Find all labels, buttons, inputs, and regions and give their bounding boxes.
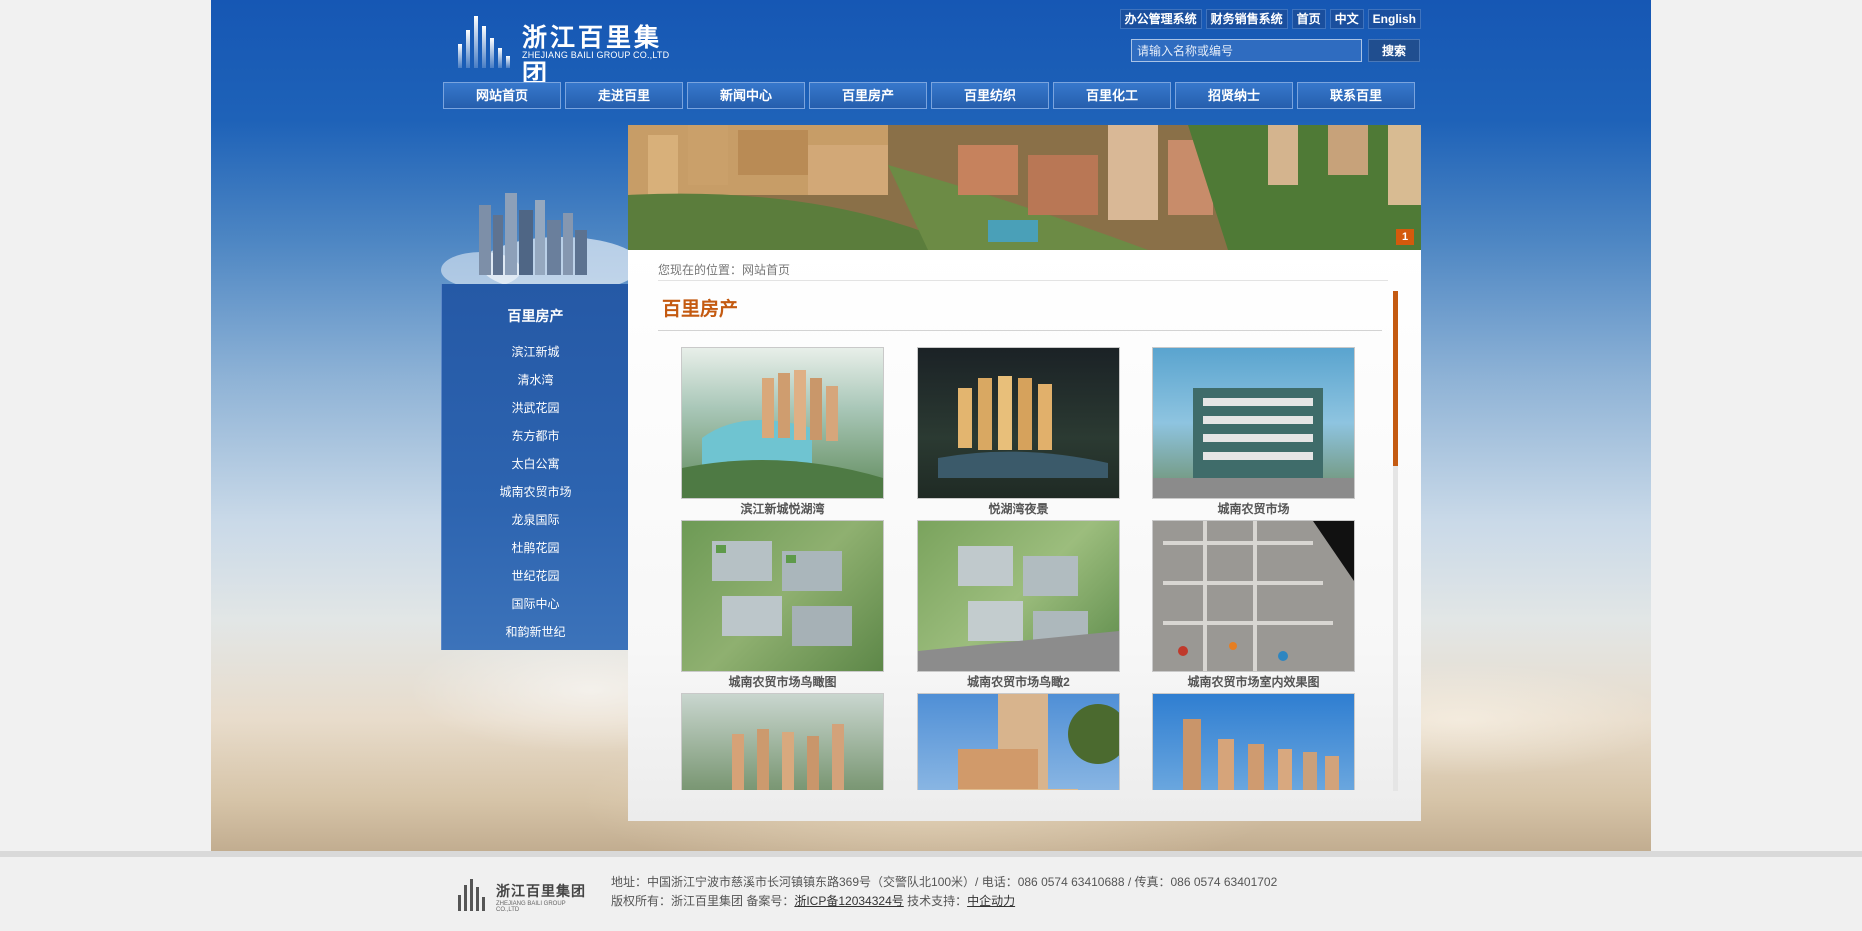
sidebar-item[interactable]: 龙泉国际: [442, 506, 629, 534]
footer-copyright: 版权所有：浙江百里集团 备案号：浙ICP备12034324号 技术支持：中企动力: [611, 892, 1015, 909]
home-link[interactable]: 首页: [1291, 9, 1326, 29]
nav-about[interactable]: 走进百里: [565, 82, 683, 109]
main-nav: 网站首页 走进百里 新闻中心 百里房产 百里纺织 百里化工 招贤纳士 联系百里: [443, 82, 1415, 109]
company-logo[interactable]: 浙江百里集团 ZHEJIANG BAILI GROUP CO.,LTD: [456, 10, 676, 88]
english-link[interactable]: English: [1367, 9, 1421, 29]
nav-home[interactable]: 网站首页: [443, 82, 561, 109]
logo-bars-icon: [456, 10, 516, 68]
gallery-thumbnail[interactable]: [917, 347, 1120, 499]
title-divider: [658, 330, 1382, 331]
nav-careers[interactable]: 招贤纳士: [1175, 82, 1293, 109]
gallery-item[interactable]: [681, 693, 884, 790]
sidebar-item[interactable]: 国际中心: [442, 590, 629, 618]
sidebar-title: 百里房产: [507, 308, 564, 324]
footer-logo-bars-icon: [458, 879, 485, 911]
gallery-caption[interactable]: 城南农贸市场室内效果图: [1152, 672, 1355, 692]
nav-textile[interactable]: 百里纺织: [931, 82, 1049, 109]
gallery-thumbnail[interactable]: [917, 520, 1120, 672]
sidebar-item[interactable]: 清水湾: [442, 366, 629, 394]
nav-contact[interactable]: 联系百里: [1297, 82, 1415, 109]
gallery-thumbnail[interactable]: [1152, 347, 1355, 499]
gallery-caption[interactable]: 城南农贸市场鸟瞰图: [681, 672, 884, 692]
gallery-thumbnail[interactable]: [681, 520, 884, 672]
scrollbar[interactable]: [1393, 291, 1398, 791]
copyright-text: 版权所有：浙江百里集团 备案号：: [611, 894, 795, 908]
chinese-link[interactable]: 中文: [1329, 9, 1364, 29]
sidebar-item[interactable]: 和韵新世纪: [442, 618, 629, 646]
gallery-grid: 滨江新城悦湖湾 悦湖湾夜景 城南农贸市场 城南农贸市场鸟瞰图 城南农贸市场鸟瞰2…: [681, 347, 1361, 790]
top-links: 办公管理系统 财务销售系统 首页 中文 English: [1119, 9, 1421, 29]
gallery-item[interactable]: 悦湖湾夜景: [917, 347, 1120, 519]
tech-support-link[interactable]: 中企动力: [967, 894, 1015, 908]
sidebar-item[interactable]: 城南农贸市场: [442, 478, 629, 506]
banner-slideshow[interactable]: 1: [628, 125, 1421, 250]
gallery-caption[interactable]: 城南农贸市场: [1152, 499, 1355, 519]
nav-news[interactable]: 新闻中心: [687, 82, 805, 109]
gallery-caption[interactable]: 城南农贸市场鸟瞰2: [917, 672, 1120, 692]
sidebar-item[interactable]: 东方都市: [442, 422, 629, 450]
gallery-caption[interactable]: 滨江新城悦湖湾: [681, 499, 884, 519]
tech-support-label: 技术支持：: [903, 894, 968, 908]
nav-chemical[interactable]: 百里化工: [1053, 82, 1171, 109]
sidebar-item[interactable]: 太白公寓: [442, 450, 629, 478]
footer-logo-cn: 浙江百里集团: [496, 883, 586, 899]
breadcrumb: 您现在的位置：网站首页: [658, 263, 791, 277]
gallery-item[interactable]: [917, 693, 1120, 790]
gallery-thumbnail[interactable]: [681, 347, 884, 499]
footer: 浙江百里集团 ZHEJIANG BAILI GROUP CO.,LTD 地址：中…: [0, 851, 1862, 931]
gallery-item[interactable]: 城南农贸市场鸟瞰图: [681, 520, 884, 692]
city-skyline-icon: [441, 193, 629, 285]
office-system-link[interactable]: 办公管理系统: [1119, 9, 1202, 29]
gallery-caption[interactable]: 悦湖湾夜景: [917, 499, 1120, 519]
banner-image: [628, 125, 1421, 250]
icp-link[interactable]: 浙ICP备12034324号: [794, 894, 903, 908]
sidebar-item[interactable]: 杜鹃花园: [442, 534, 629, 562]
gallery-item[interactable]: 滨江新城悦湖湾: [681, 347, 884, 519]
content-panel: 您现在的位置：网站首页 百里房产 滨江新城悦湖湾 悦湖湾夜景 城南农贸市场 城南…: [628, 250, 1421, 821]
scrollbar-thumb[interactable]: [1393, 291, 1398, 466]
search-button[interactable]: 搜索: [1368, 39, 1420, 62]
footer-logo[interactable]: 浙江百里集团 ZHEJIANG BAILI GROUP CO.,LTD: [456, 875, 586, 915]
gallery-thumbnail[interactable]: [681, 693, 884, 790]
gallery-thumbnail[interactable]: [917, 693, 1120, 790]
sidebar-item[interactable]: 滨江新城: [442, 338, 629, 366]
slide-indicator[interactable]: 1: [1396, 229, 1414, 245]
sidebar-item[interactable]: 世纪花园: [442, 562, 629, 590]
sidebar: 百里房产 滨江新城 清水湾 洪武花园 东方都市 太白公寓 城南农贸市场 龙泉国际…: [441, 284, 629, 650]
search-input[interactable]: [1131, 39, 1362, 62]
footer-address: 地址：中国浙江宁波市慈溪市长河镇镇东路369号（交警队北100米）/ 电话：08…: [611, 875, 1278, 889]
breadcrumb-divider: [658, 280, 1388, 281]
footer-logo-en: ZHEJIANG BAILI GROUP CO.,LTD: [496, 901, 566, 913]
nav-real-estate[interactable]: 百里房产: [809, 82, 927, 109]
logo-text-en: ZHEJIANG BAILI GROUP CO.,LTD: [522, 50, 670, 60]
gallery-item[interactable]: 城南农贸市场室内效果图: [1152, 520, 1355, 692]
finance-system-link[interactable]: 财务销售系统: [1205, 9, 1288, 29]
sidebar-item[interactable]: 洪武花园: [442, 394, 629, 422]
page-title: 百里房产: [662, 299, 739, 320]
gallery-item[interactable]: [1152, 693, 1355, 790]
gallery-thumbnail[interactable]: [1152, 693, 1355, 790]
gallery-item[interactable]: 城南农贸市场鸟瞰2: [917, 520, 1120, 692]
gallery-thumbnail[interactable]: [1152, 520, 1355, 672]
gallery-item[interactable]: 城南农贸市场: [1152, 347, 1355, 519]
